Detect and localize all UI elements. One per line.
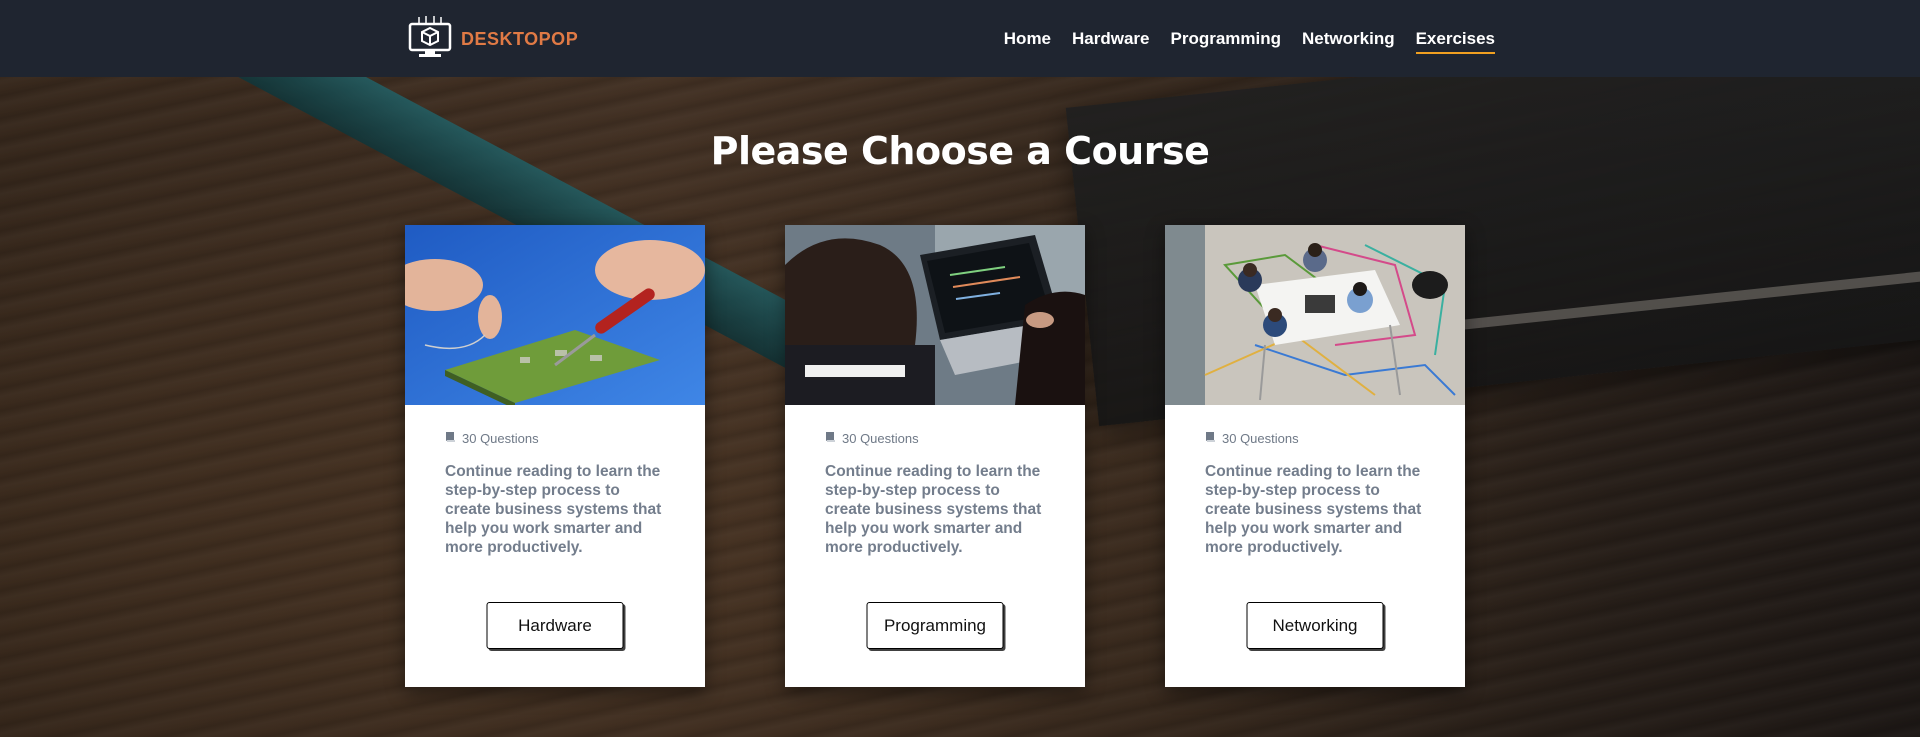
nav-programming[interactable]: Programming — [1171, 23, 1282, 55]
course-description: Continue reading to learn the step-by-st… — [825, 463, 1042, 556]
question-count-text: 30 Questions — [462, 431, 539, 446]
nav-exercises[interactable]: Exercises — [1415, 23, 1495, 54]
brand-name: DESKTOPOP — [461, 28, 579, 49]
book-icon — [445, 431, 456, 446]
course-description: Continue reading to learn the step-by-st… — [445, 463, 662, 556]
question-count-text: 30 Questions — [1222, 431, 1299, 446]
course-description: Continue reading to learn the step-by-st… — [1205, 463, 1422, 556]
nav-home[interactable]: Home — [1004, 23, 1051, 55]
book-icon — [825, 431, 836, 446]
question-count: 30 Questions — [825, 431, 1045, 446]
programming-course-button[interactable]: Programming — [866, 602, 1004, 649]
nav-networking[interactable]: Networking — [1302, 23, 1395, 55]
nav-hardware[interactable]: Hardware — [1072, 23, 1149, 55]
question-count: 30 Questions — [445, 431, 665, 446]
course-card-hardware: 30 Questions Continue reading to learn t… — [405, 225, 705, 687]
question-count: 30 Questions — [1205, 431, 1425, 446]
team-meeting-overhead-photo — [1165, 225, 1465, 405]
computer-monitor-cube-icon — [407, 14, 453, 65]
people-coding-on-laptop-photo — [785, 225, 1085, 405]
main-nav: Home Hardware Programming Networking Exe… — [1004, 0, 1495, 77]
networking-course-button[interactable]: Networking — [1246, 602, 1384, 649]
brand-logo-link[interactable]: DESKTOPOP — [407, 14, 579, 65]
course-card-programming: 30 Questions Continue reading to learn t… — [785, 225, 1085, 687]
top-navbar: DESKTOPOP Home Hardware Programming Netw… — [0, 0, 1920, 77]
book-icon — [1205, 431, 1216, 446]
course-card-networking: 30 Questions Continue reading to learn t… — [1165, 225, 1465, 687]
hardware-course-button[interactable]: Hardware — [486, 602, 624, 649]
page-title: Please Choose a Course — [710, 129, 1210, 174]
question-count-text: 30 Questions — [842, 431, 919, 446]
soldering-circuit-board-photo — [405, 225, 705, 405]
course-cards: 30 Questions Continue reading to learn t… — [405, 225, 1465, 687]
